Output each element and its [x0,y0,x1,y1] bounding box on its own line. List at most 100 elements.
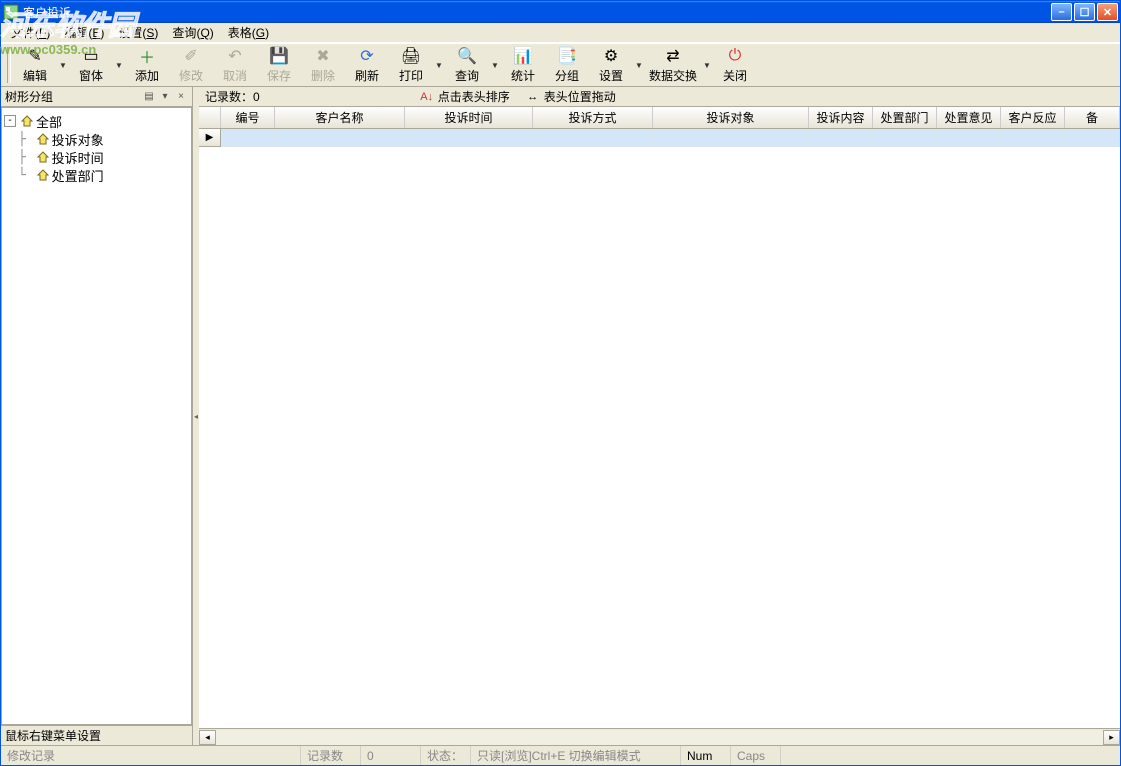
status-records-value: 0 [361,746,421,765]
grid-row[interactable]: ▶ [199,129,1120,147]
tb-print-dropdown[interactable]: ▼ [433,45,445,85]
scroll-left-icon[interactable]: ◂ [199,730,216,745]
maximize-button[interactable]: ☐ [1074,3,1095,21]
grid-body[interactable]: ▶ [199,129,1120,728]
cell[interactable] [937,129,1001,147]
menu-query[interactable]: 查询(Q) [166,23,219,42]
col-feedback[interactable]: 客户反应 [1001,107,1065,128]
close-window-button[interactable]: ✕ [1097,3,1118,21]
cell[interactable] [653,129,809,147]
cell[interactable] [221,129,275,147]
drag-icon: ↔ [526,90,540,104]
tree[interactable]: - 全部 ├ 投诉对象 ├ 投诉时间 └ 处置部门 [1,107,192,725]
exchange-icon: ⇄ [663,46,683,66]
sidebar-close-icon[interactable]: × [174,90,188,104]
menu-edit[interactable]: 编辑(E) [58,23,110,42]
menubar: 文件(F) 编辑(E) 设置(S) 查询(Q) 表格(G) [1,23,1120,43]
tb-edit-dropdown[interactable]: ▼ [57,45,69,85]
menu-file[interactable]: 文件(F) [5,23,56,42]
cell[interactable] [809,129,873,147]
tb-cancel: ↶取消 [213,45,257,85]
statusbar: 修改记录 记录数 0 状态： 只读[浏览]Ctrl+E 切换编辑模式 Num C… [1,745,1120,765]
home-icon [36,132,50,146]
row-indicator-icon[interactable]: ▶ [199,129,221,147]
gear-icon: ⚙ [601,46,621,66]
tb-refresh[interactable]: ⟳刷新 [345,45,389,85]
tb-config-dropdown[interactable]: ▼ [633,45,645,85]
sidebar-columns-icon[interactable]: ▤ [142,90,156,104]
tb-delete: ✖删除 [301,45,345,85]
col-complaint-content[interactable]: 投诉内容 [809,107,873,128]
window-title: 客户投诉 [23,4,1051,21]
hint-drag: ↔ 表头位置拖动 [526,88,616,105]
col-opinion[interactable]: 处置意见 [937,107,1001,128]
minimize-button[interactable]: – [1051,3,1072,21]
sidebar-dropdown-icon[interactable]: ▾ [158,90,172,104]
hint-sort: A↓ 点击表头排序 [420,88,510,105]
tb-window-dropdown[interactable]: ▼ [113,45,125,85]
data-grid[interactable]: 编号 客户名称 投诉时间 投诉方式 投诉对象 投诉内容 处置部门 处置意见 客户… [199,107,1120,745]
tb-query-dropdown[interactable]: ▼ [489,45,501,85]
col-department[interactable]: 处置部门 [873,107,937,128]
tb-close[interactable]: ⏻关闭 [713,45,757,85]
save-icon: 💾 [269,46,289,66]
tb-stats[interactable]: 📊统计 [501,45,545,85]
tree-node-complaint-target[interactable]: ├ 投诉对象 [4,130,189,148]
scroll-track[interactable] [216,730,1103,745]
tb-query[interactable]: 🔍查询 [445,45,489,85]
col-complaint-method[interactable]: 投诉方式 [533,107,653,128]
status-state-value: 只读[浏览]Ctrl+E 切换编辑模式 [471,746,681,765]
home-icon [36,150,50,164]
tb-edit[interactable]: ✎编辑 [13,45,57,85]
cell[interactable] [873,129,937,147]
home-icon [36,168,50,182]
tb-group[interactable]: 📑分组 [545,45,589,85]
col-remark[interactable]: 备 [1065,107,1120,128]
grid-header[interactable]: 编号 客户名称 投诉时间 投诉方式 投诉对象 投诉内容 处置部门 处置意见 客户… [199,107,1120,129]
group-icon: 📑 [557,46,577,66]
col-complaint-time[interactable]: 投诉时间 [405,107,533,128]
tree-node-all[interactable]: - 全部 [4,112,189,130]
menu-setting[interactable]: 设置(S) [112,23,164,42]
toolbar: ✎编辑 ▼ ▭窗体 ▼ ＋添加 ✐修改 ↶取消 💾保存 ✖删除 ⟳刷新 🖨打印 … [1,43,1120,87]
tb-print[interactable]: 🖨打印 [389,45,433,85]
menu-grid[interactable]: 表格(G) [222,23,275,42]
tree-node-complaint-time[interactable]: ├ 投诉时间 [4,148,189,166]
cell[interactable] [1065,129,1120,147]
horizontal-scrollbar[interactable]: ◂ ▸ [199,728,1120,745]
tree-node-department[interactable]: └ 处置部门 [4,166,189,184]
status-records-label: 记录数 [301,746,361,765]
col-id[interactable]: 编号 [221,107,275,128]
delete-icon: ✖ [313,46,333,66]
cell[interactable] [275,129,405,147]
tb-add[interactable]: ＋添加 [125,45,169,85]
app-window: 客户投诉 – ☐ ✕ 文件(F) 编辑(E) 设置(S) 查询(Q) 表格(G)… [0,0,1121,766]
window-icon: ▭ [81,46,101,66]
splitter-grip-icon: ◂ [194,412,198,421]
sidebar-footer[interactable]: 鼠标右键菜单设置 [1,725,192,745]
col-rowhead[interactable] [199,107,221,128]
printer-icon: 🖨 [401,46,421,66]
main: 记录数：0 A↓ 点击表头排序 ↔ 表头位置拖动 编号 客户名称 投诉时间 投诉… [199,87,1120,745]
col-complaint-target[interactable]: 投诉对象 [653,107,809,128]
undo-icon: ↶ [225,46,245,66]
infobar: 记录数：0 A↓ 点击表头排序 ↔ 表头位置拖动 [199,87,1120,107]
search-icon: 🔍 [457,46,477,66]
collapse-icon[interactable]: - [4,115,16,127]
cell[interactable] [533,129,653,147]
tb-window[interactable]: ▭窗体 [69,45,113,85]
toolbar-grip [7,47,11,83]
bar-chart-icon: 📊 [513,46,533,66]
plus-icon: ＋ [137,46,157,66]
sidebar-title: 树形分组 [5,88,53,105]
tb-exchange-dropdown[interactable]: ▼ [701,45,713,85]
tb-exchange[interactable]: ⇄数据交换 [645,45,701,85]
cell[interactable] [1001,129,1065,147]
titlebar[interactable]: 客户投诉 – ☐ ✕ [1,1,1120,23]
cell[interactable] [405,129,533,147]
power-icon: ⏻ [725,46,745,66]
scroll-right-icon[interactable]: ▸ [1103,730,1120,745]
refresh-icon: ⟳ [357,46,377,66]
col-customer-name[interactable]: 客户名称 [275,107,405,128]
tb-config[interactable]: ⚙设置 [589,45,633,85]
